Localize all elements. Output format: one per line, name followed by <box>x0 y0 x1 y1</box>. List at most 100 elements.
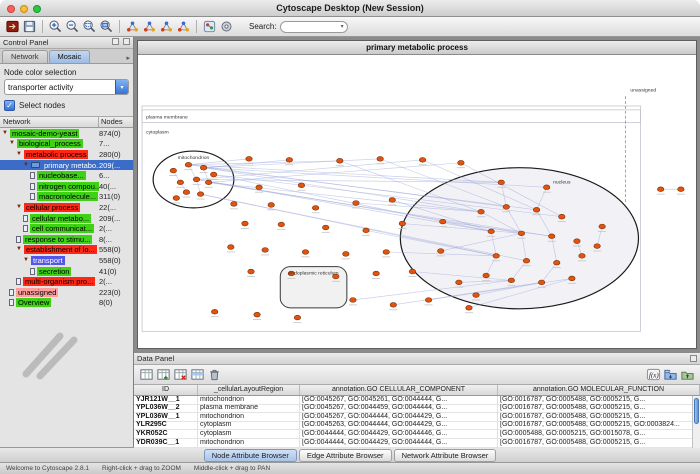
tree-row[interactable]: response to stimu...8(... <box>0 234 133 245</box>
network-node[interactable] <box>466 305 472 310</box>
tree-row[interactable]: unassigned223(0) <box>0 287 133 298</box>
network-node[interactable] <box>493 254 499 259</box>
close-panel-icon[interactable] <box>123 38 130 45</box>
network-node[interactable] <box>389 198 395 203</box>
network-node[interactable] <box>322 225 328 230</box>
tree-row[interactable]: Overview8(0) <box>0 298 133 309</box>
expand-arrow-icon[interactable]: ▼ <box>23 162 31 169</box>
float-panel-icon[interactable] <box>112 38 119 45</box>
network-node[interactable] <box>228 245 234 250</box>
delete-attribute-icon[interactable] <box>172 366 189 383</box>
expand-arrow-icon[interactable]: ▼ <box>16 204 24 211</box>
network-node[interactable] <box>231 202 237 207</box>
network-node[interactable] <box>599 224 605 229</box>
network-node[interactable] <box>286 158 292 163</box>
network-node[interactable] <box>248 269 254 274</box>
network-node[interactable] <box>373 271 379 276</box>
network-node[interactable] <box>268 203 274 208</box>
float-data-panel-icon[interactable] <box>690 355 697 362</box>
network-node[interactable] <box>503 205 509 210</box>
network-node[interactable] <box>523 258 529 263</box>
network-node[interactable] <box>183 190 189 195</box>
network-node[interactable] <box>262 248 268 253</box>
select-nodes-checkbox[interactable]: ✓ <box>4 100 15 111</box>
network-node[interactable] <box>197 192 203 197</box>
formula-builder-icon[interactable]: f(x) <box>645 366 662 383</box>
network-node[interactable] <box>559 214 565 219</box>
network-node[interactable] <box>170 168 176 173</box>
tab-edge-attribute-browser[interactable]: Edge Attribute Browser <box>299 449 392 462</box>
network-node[interactable] <box>350 298 356 303</box>
network-node[interactable] <box>254 312 260 317</box>
network-edge[interactable] <box>197 160 423 180</box>
network-node[interactable] <box>569 276 575 281</box>
tree-row[interactable]: cell communicat...2(... <box>0 223 133 234</box>
network-node[interactable] <box>440 219 446 224</box>
tree-row[interactable]: multi-organism pro...2(... <box>0 276 133 287</box>
network-node[interactable] <box>533 207 539 212</box>
tab-network-attribute-browser[interactable]: Network Attribute Browser <box>394 449 497 462</box>
network-node[interactable] <box>488 229 494 234</box>
tree-row[interactable]: macromolecule...311(0) <box>0 192 133 203</box>
network-node[interactable] <box>363 228 369 233</box>
network-node[interactable] <box>185 162 191 167</box>
close-button[interactable] <box>7 5 15 13</box>
network-node[interactable] <box>458 160 464 165</box>
tree-row[interactable]: secretion41(0) <box>0 266 133 277</box>
table-row[interactable]: YDR039C__1mitochondrion[GO:0044444, GO:0… <box>134 439 700 448</box>
expand-arrow-icon[interactable]: ▼ <box>23 257 31 264</box>
tree-row[interactable]: ▼primary metabo...209(... <box>0 160 133 171</box>
network-node[interactable] <box>242 221 248 226</box>
fit-content-icon[interactable] <box>98 18 115 35</box>
network-node[interactable] <box>498 180 504 185</box>
tree-row[interactable]: ▼biological_process7... <box>0 139 133 150</box>
first-neighbors-icon[interactable] <box>124 18 141 35</box>
network-node[interactable] <box>177 180 183 185</box>
tree-row[interactable]: ▼mosaic-demo-yeast874(0) <box>0 128 133 139</box>
column-header[interactable]: annotation.GO CELLULAR_COMPONENT <box>300 385 498 395</box>
network-node[interactable] <box>377 157 383 162</box>
vizmapper-icon[interactable] <box>201 18 218 35</box>
attribute-export-icon[interactable] <box>679 366 696 383</box>
scrollbar-thumb[interactable] <box>694 398 699 424</box>
hide-selected-icon[interactable] <box>158 18 175 35</box>
tree-column-network[interactable]: Network <box>0 117 99 127</box>
network-node[interactable] <box>543 185 549 190</box>
tree-row[interactable]: cellular metabo...209(... <box>0 213 133 224</box>
zoom-button[interactable] <box>33 5 41 13</box>
create-attribute-icon[interactable] <box>155 366 172 383</box>
network-node[interactable] <box>353 201 359 206</box>
network-node[interactable] <box>298 183 304 188</box>
window-titlebar[interactable]: Cytoscape Desktop (New Session) <box>0 0 700 17</box>
network-node[interactable] <box>409 269 415 274</box>
network-node[interactable] <box>390 303 396 308</box>
network-node[interactable] <box>246 157 252 162</box>
network-node[interactable] <box>456 280 462 285</box>
network-node[interactable] <box>399 221 405 226</box>
network-node[interactable] <box>278 222 284 227</box>
network-canvas[interactable]: plasma membranecytoplasmmitochondrionnuc… <box>138 55 696 348</box>
expand-arrow-icon[interactable]: ▼ <box>2 130 10 137</box>
annotation-palette-icon[interactable] <box>175 18 192 35</box>
tab-scroll-right-icon[interactable]: ▸ <box>123 54 133 63</box>
network-node[interactable] <box>574 239 580 244</box>
tab-node-attribute-browser[interactable]: Node Attribute Browser <box>204 449 297 462</box>
network-node[interactable] <box>554 260 560 265</box>
tree-row[interactable]: ▼transport558(0) <box>0 255 133 266</box>
table-scrollbar[interactable] <box>692 396 700 448</box>
network-node[interactable] <box>657 187 663 192</box>
network-node[interactable] <box>383 250 389 255</box>
network-node[interactable] <box>337 158 343 163</box>
expand-arrow-icon[interactable]: ▼ <box>16 246 24 253</box>
expand-arrow-icon[interactable]: ▼ <box>9 140 17 147</box>
network-node[interactable] <box>579 254 585 259</box>
tree-row[interactable]: ▼establishment of lo...558(0) <box>0 245 133 256</box>
network-node[interactable] <box>483 273 489 278</box>
minimize-button[interactable] <box>20 5 28 13</box>
zoom-selected-region-icon[interactable] <box>81 18 98 35</box>
network-node[interactable] <box>312 206 318 211</box>
network-node[interactable] <box>256 185 262 190</box>
network-node[interactable] <box>425 298 431 303</box>
column-header[interactable]: ID <box>134 385 198 395</box>
select-rows-icon[interactable] <box>189 366 206 383</box>
